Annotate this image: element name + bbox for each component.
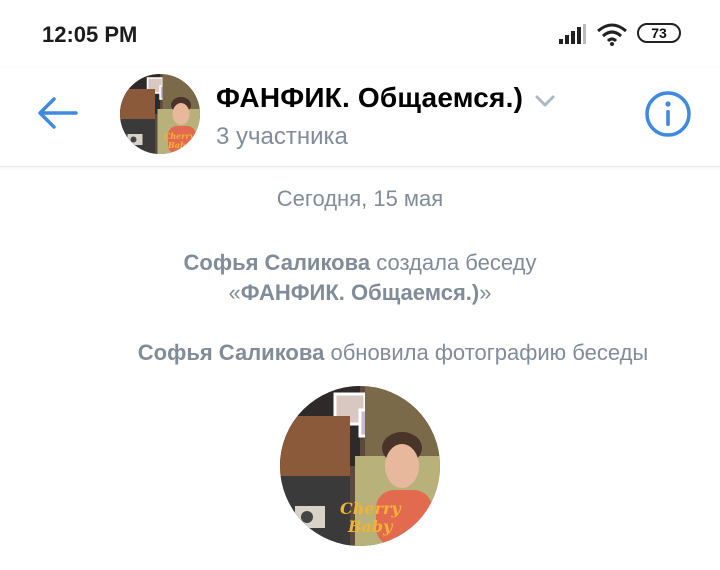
chat-members-count[interactable]: 3 участника [216,123,348,151]
back-arrow-icon[interactable] [36,95,78,131]
author-link[interactable]: Софья Саликова [184,250,371,275]
chat-title: ФАНФИК. Общаемся.) [216,82,524,113]
action-text: создала беседу [376,250,537,275]
system-message-created: Софья Саликова создала беседу «ФАНФИК. О… [0,248,720,308]
author-link[interactable]: Софья Саликова [138,340,325,365]
avatar-sticker-line2: Baby [167,140,192,150]
photo-sticker-line1: Cherry [340,499,402,518]
quote-open: « [228,280,241,305]
chat-avatar[interactable]: Cherry Baby [120,74,200,154]
quote-close: » [479,280,492,305]
status-time: 12:05 PM [42,22,138,47]
conversation-name: ФАНФИК. Общаемся.) [240,280,480,305]
chat-title-button[interactable]: ФАНФИК. Общаемся.) [216,82,555,114]
chevron-down-icon[interactable] [535,95,555,107]
battery-level: 73 [651,25,667,41]
photo-sticker-line2: Baby [347,517,394,536]
chat-avatar-image: Cherry Baby [120,74,200,154]
conversation-photo-image: Cherry Baby [280,386,440,546]
chat-header: Cherry Baby ФАНФИК. Общаемся.) 3 участни… [0,68,720,167]
date-separator: Сегодня, 15 мая [276,186,444,211]
system-message-photo: Софья Саликова обновила фотографию бесед… [0,340,720,366]
info-icon[interactable] [644,90,692,138]
conversation-photo[interactable]: Cherry Baby [280,386,440,546]
action-text: обновила фотографию беседы [330,340,649,365]
wifi-icon [597,23,627,46]
battery-icon: 73 [637,23,681,43]
status-bar: 12:05 PM 73 [0,0,720,68]
signal-icon [559,24,586,44]
avatar-sticker-line1: Cherry [164,131,196,141]
